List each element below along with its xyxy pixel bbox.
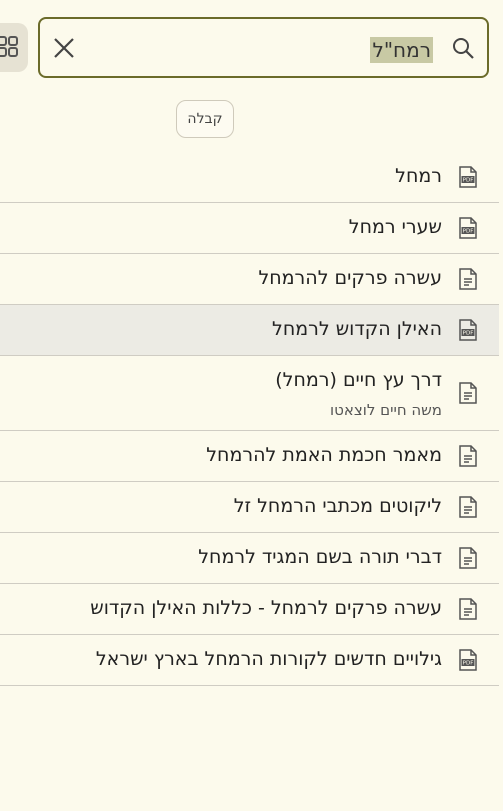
result-title: גילויים חדשים לקורות הרמחל בארץ ישראל — [95, 648, 442, 670]
list-item[interactable]: PDF גילויים חדשים לקורות הרמחל בארץ ישראל — [0, 635, 499, 686]
result-title: מאמר חכמת האמת להרמחל — [206, 444, 442, 466]
list-item[interactable]: מאמר חכמת האמת להרמחל — [0, 431, 499, 482]
text-file-icon — [459, 445, 477, 467]
category-filter-chip[interactable]: קבלה — [176, 100, 234, 138]
pdf-file-icon: PDF — [459, 319, 477, 341]
pdf-file-icon: PDF — [459, 217, 477, 239]
svg-text:PDF: PDF — [463, 229, 474, 235]
search-icon[interactable] — [451, 36, 475, 60]
results-list: PDF רמחל PDF שערי רמחל עשרה פרקים להרמחל PDF ה… — [0, 152, 499, 686]
svg-text:PDF: PDF — [463, 661, 474, 667]
list-item[interactable]: עשרה פרקים להרמחל — [0, 254, 499, 305]
result-title: עשרה פרקים לרמחל - כללות האילן הקדוש — [90, 597, 442, 619]
result-title: שערי רמחל — [348, 216, 442, 238]
search-box[interactable]: רמח"ל — [38, 17, 489, 78]
text-file-icon — [459, 268, 477, 290]
list-item[interactable]: PDF האילן הקדוש לרמחל — [0, 305, 499, 356]
text-file-icon — [459, 496, 477, 518]
result-author: משה חיים לוצאטו — [330, 401, 442, 419]
text-file-icon — [459, 598, 477, 620]
text-file-icon — [459, 547, 477, 569]
search-input[interactable]: רמח"ל — [370, 37, 433, 63]
pdf-file-icon: PDF — [459, 166, 477, 188]
list-item[interactable]: PDF רמחל — [0, 152, 499, 203]
list-item[interactable]: PDF שערי רמחל — [0, 203, 499, 254]
text-file-icon — [459, 382, 477, 404]
list-item[interactable]: דרך עץ חיים (רמחל) משה חיים לוצאטו — [0, 356, 499, 431]
list-item[interactable]: ליקוטים מכתבי הרמחל זל — [0, 482, 499, 533]
grid-view-button[interactable] — [0, 23, 28, 72]
grid-icon — [0, 36, 18, 57]
list-item[interactable]: דברי תורה בשם המגיד לרמחל — [0, 533, 499, 584]
result-title: רמחל — [395, 165, 442, 187]
list-item[interactable]: עשרה פרקים לרמחל - כללות האילן הקדוש — [0, 584, 499, 635]
result-title: עשרה פרקים להרמחל — [258, 267, 442, 289]
svg-text:PDF: PDF — [463, 331, 474, 337]
svg-text:PDF: PDF — [463, 178, 474, 184]
result-title: ליקוטים מכתבי הרמחל זל — [233, 495, 442, 517]
result-title: דרך עץ חיים (רמחל) — [275, 369, 442, 391]
pdf-file-icon: PDF — [459, 649, 477, 671]
result-title: האילן הקדוש לרמחל — [272, 318, 442, 340]
result-title: דברי תורה בשם המגיד לרמחל — [198, 546, 442, 568]
close-icon[interactable] — [52, 36, 76, 60]
